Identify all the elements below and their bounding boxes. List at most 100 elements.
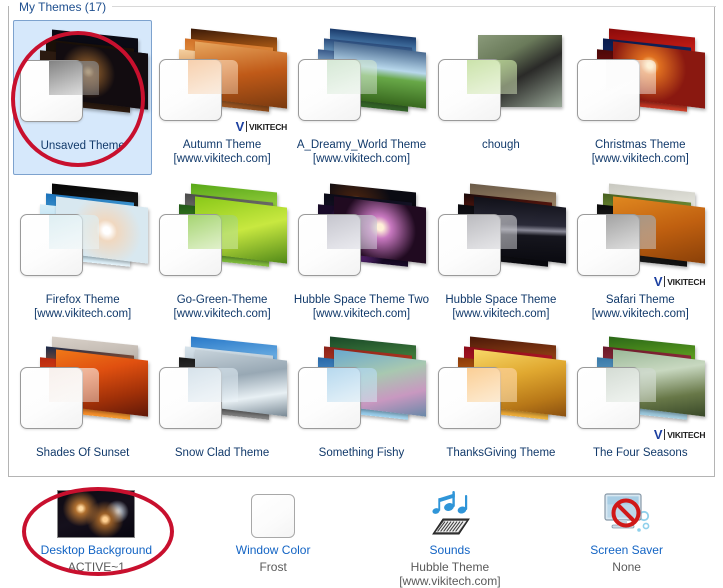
theme-thumbnail xyxy=(434,25,568,135)
window-preview-glass xyxy=(327,60,378,94)
desktop-background-thumbnail[interactable] xyxy=(57,486,136,538)
theme-item[interactable]: V VIKITECH The Four Seasons xyxy=(571,328,710,476)
theme-item[interactable]: Shades Of Sunset xyxy=(13,328,152,476)
window-preview xyxy=(159,214,239,276)
window-preview xyxy=(19,60,99,122)
theme-item[interactable]: Firefox Theme [www.vikitech.com] xyxy=(13,175,152,328)
setting-current-value: Frost xyxy=(259,560,287,574)
window-color-preview xyxy=(251,494,296,538)
themes-grid: Unsaved Theme V VIKITECH Autumn Theme [www.v… xyxy=(9,14,714,476)
theme-item[interactable]: Christmas Theme [www.vikitech.com] xyxy=(571,20,710,175)
window-preview xyxy=(19,367,99,429)
theme-item[interactable]: Hubble Space Theme Two [www.vikitech.com] xyxy=(292,175,431,328)
screen-saver-icon[interactable] xyxy=(599,486,655,538)
theme-item[interactable]: ThanksGiving Theme xyxy=(431,328,570,476)
theme-thumbnail xyxy=(294,333,428,443)
theme-name-label: Christmas Theme [www.vikitech.com] xyxy=(591,139,689,165)
window-preview xyxy=(298,59,378,121)
window-preview-glass xyxy=(466,215,517,249)
theme-name-label: The Four Seasons xyxy=(592,447,688,459)
window-preview xyxy=(577,214,657,276)
window-preview-glass xyxy=(188,60,239,94)
window-preview xyxy=(19,214,99,276)
my-themes-group-header: My Themes (17) xyxy=(9,0,716,15)
theme-item[interactable]: Something Fishy xyxy=(292,328,431,476)
window-preview-glass xyxy=(48,61,99,95)
window-preview-glass xyxy=(327,215,378,249)
window-preview-glass xyxy=(606,60,657,94)
setting-link-label[interactable]: Sounds xyxy=(430,543,471,557)
sounds-glyph xyxy=(431,491,470,535)
theme-thumbnail: V VIKITECH xyxy=(573,180,707,290)
header-divider-rule xyxy=(112,6,716,7)
theme-item[interactable]: V VIKITECH Safari Theme [www.vikitech.com] xyxy=(571,175,710,328)
theme-thumbnail xyxy=(434,180,568,290)
theme-thumbnail xyxy=(16,180,150,290)
window-preview-glass xyxy=(466,60,517,94)
theme-item[interactable]: Snow Clad Theme xyxy=(152,328,291,476)
sounds-icon[interactable] xyxy=(423,486,477,538)
my-themes-header-label: My Themes (17) xyxy=(9,0,113,14)
window-preview xyxy=(577,59,657,121)
setting-link-label[interactable]: Screen Saver xyxy=(590,543,663,557)
screen-saver-glyph xyxy=(604,493,650,532)
theme-name-label: Hubble Space Theme [www.vikitech.com] xyxy=(445,294,557,320)
setting-sounds-icon[interactable]: Sounds Hubble Theme [www.vikitech.com] xyxy=(362,482,539,588)
setting-link-label[interactable]: Desktop Background xyxy=(41,543,152,557)
theme-item[interactable]: A_Dreamy_World Theme [www.vikitech.com] xyxy=(292,20,431,175)
vikitech-v-icon: V xyxy=(653,427,663,442)
vikitech-logo: V VIKITECH xyxy=(652,274,706,289)
window-preview-glass xyxy=(48,368,99,402)
theme-thumbnail xyxy=(16,26,150,136)
theme-thumbnail: V VIKITECH xyxy=(573,333,707,443)
setting-current-value: Hubble Theme [www.vikitech.com] xyxy=(399,560,501,588)
setting-current-value: ACTIVE~1 xyxy=(67,560,125,574)
setting-current-value: None xyxy=(612,560,641,574)
window-preview-glass xyxy=(48,215,99,249)
vikitech-wordmark: VIKITECH xyxy=(249,121,288,132)
vikitech-wordmark: VIKITECH xyxy=(667,429,706,440)
theme-thumbnail xyxy=(294,180,428,290)
theme-item[interactable]: Hubble Space Theme [www.vikitech.com] xyxy=(431,175,570,328)
theme-name-label: Firefox Theme [www.vikitech.com] xyxy=(34,294,132,320)
window-preview xyxy=(577,367,657,429)
vikitech-divider xyxy=(664,276,666,287)
theme-name-label: chough xyxy=(482,139,520,151)
vikitech-wordmark: VIKITECH xyxy=(667,276,706,287)
theme-item[interactable]: Unsaved Theme xyxy=(13,20,153,175)
theme-name-label: Shades Of Sunset xyxy=(36,447,130,459)
theme-thumbnail xyxy=(155,333,289,443)
window-preview xyxy=(437,59,517,121)
vikitech-divider xyxy=(664,429,666,440)
vikitech-logo: V VIKITECH xyxy=(652,427,706,442)
window-preview xyxy=(159,367,239,429)
theme-name-label: ThanksGiving Theme xyxy=(446,447,556,459)
window-preview-glass xyxy=(327,368,378,402)
theme-name-label: Unsaved Theme xyxy=(40,140,125,152)
window-preview xyxy=(159,59,239,121)
window-preview-glass xyxy=(466,368,517,402)
window-preview-glass xyxy=(606,215,657,249)
window-color-swatch[interactable] xyxy=(251,486,296,538)
vikitech-divider xyxy=(246,121,248,132)
theme-name-label: Snow Clad Theme xyxy=(174,447,270,459)
theme-thumbnail xyxy=(573,25,707,135)
themes-scroll-area[interactable]: Unsaved Theme V VIKITECH Autumn Theme [www.v… xyxy=(9,14,714,476)
vikitech-v-icon: V xyxy=(653,274,663,289)
theme-name-label: A_Dreamy_World Theme [www.vikitech.com] xyxy=(296,139,427,165)
window-preview xyxy=(437,367,517,429)
theme-name-label: Autumn Theme [www.vikitech.com] xyxy=(173,139,271,165)
window-preview-glass xyxy=(188,215,239,249)
theme-item[interactable]: Go-Green-Theme [www.vikitech.com] xyxy=(152,175,291,328)
window-preview xyxy=(298,367,378,429)
window-preview-glass xyxy=(188,368,239,402)
theme-thumbnail xyxy=(155,180,289,290)
theme-item[interactable]: chough xyxy=(431,20,570,175)
theme-item[interactable]: V VIKITECH Autumn Theme [www.vikitech.com] xyxy=(152,20,291,175)
setting-window-color-swatch[interactable]: Window Color Frost xyxy=(185,482,362,588)
desktop-background-preview xyxy=(57,490,136,538)
setting-desktop-background-thumbnail[interactable]: Desktop Background ACTIVE~1 xyxy=(8,482,185,588)
theme-name-label: Safari Theme [www.vikitech.com] xyxy=(591,294,689,320)
setting-link-label[interactable]: Window Color xyxy=(236,543,311,557)
setting-screen-saver-icon[interactable]: Screen Saver None xyxy=(538,482,715,588)
